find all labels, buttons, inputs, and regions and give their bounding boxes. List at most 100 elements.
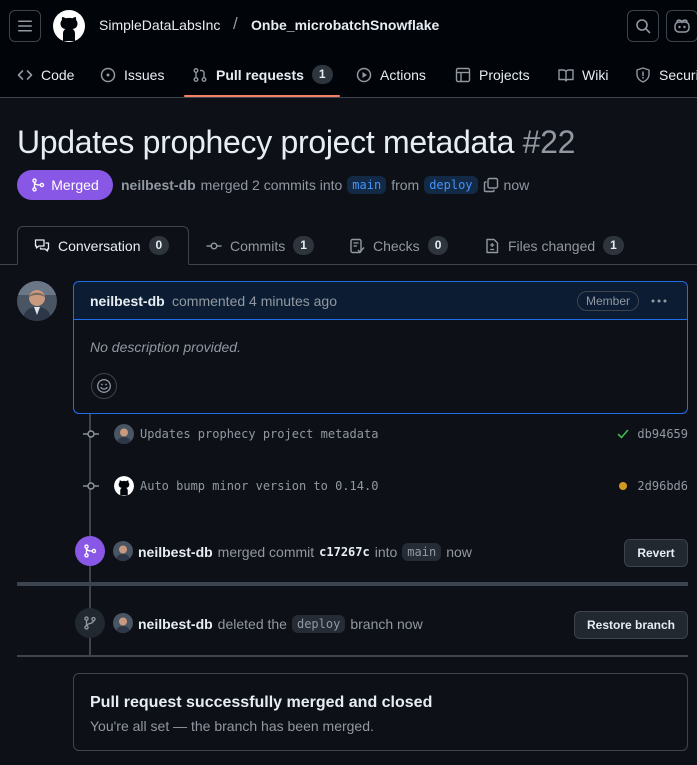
book-icon (558, 68, 574, 82)
tab-checks-label: Checks (373, 237, 420, 254)
comment-timestamp[interactable]: commented 4 minutes ago (172, 293, 337, 309)
commit-message-link[interactable]: Auto bump minor version to 0.14.0 (140, 479, 378, 493)
repo-nav: Code Issues Pull requests 1 Actions Proj… (0, 52, 697, 98)
comment-box: neilbest-db commented 4 minutes ago Memb… (73, 281, 688, 414)
repo-link[interactable]: Onbe_microbatchSnowflake (251, 17, 439, 33)
hamburger-icon (18, 20, 32, 32)
nav-issues[interactable]: Issues (100, 52, 164, 97)
commit-icon (206, 241, 222, 249)
delete-event-text: neilbest-db deleted the deploy branch no… (138, 615, 423, 633)
merge-text-2: into (374, 544, 398, 560)
deleted-branch: deploy (291, 615, 346, 633)
nav-wiki-label: Wiki (582, 66, 609, 83)
play-icon (356, 67, 372, 82)
issue-icon (100, 67, 116, 82)
pull-request-icon (193, 67, 207, 82)
file-diff-icon (486, 238, 499, 253)
tab-commits-label: Commits (230, 237, 286, 254)
tab-conversation-label: Conversation (58, 237, 141, 254)
nav-projects[interactable]: Projects (455, 52, 530, 97)
table-icon (455, 67, 471, 82)
pr-merged-text: merged 2 commits into (200, 177, 343, 193)
add-reaction-button[interactable] (91, 373, 117, 399)
search-icon (636, 19, 651, 34)
base-branch[interactable]: main (347, 176, 387, 194)
nav-security[interactable]: Security (635, 52, 697, 97)
comment-header: neilbest-db commented 4 minutes ago Memb… (74, 282, 687, 320)
list-item: Auto bump minor version to 0.14.0 2d96bd… (80, 476, 688, 496)
revert-button[interactable]: Revert (624, 539, 688, 567)
copilot-icon (674, 19, 690, 33)
avatar[interactable] (114, 424, 134, 444)
delete-event-badge (75, 608, 105, 638)
tab-conversation-count: 0 (148, 236, 170, 255)
breadcrumb-separator: / (233, 14, 238, 33)
nav-code[interactable]: Code (17, 52, 74, 97)
nav-pull-requests-label: Pull requests (216, 66, 304, 83)
status-badge: Merged (17, 170, 113, 200)
merge-status-box: Pull request successfully merged and clo… (73, 673, 688, 751)
merge-commit-sha[interactable]: c17267c (319, 545, 370, 559)
shield-icon (636, 66, 650, 83)
nav-issues-label: Issues (124, 66, 165, 83)
merge-author-link[interactable]: neilbest-db (138, 544, 213, 560)
delete-text-1: deleted the (217, 616, 287, 632)
commit-icon (83, 482, 99, 490)
avatar[interactable] (114, 476, 134, 496)
check-icon[interactable] (617, 428, 629, 440)
avatar[interactable] (113, 541, 133, 561)
nav-actions[interactable]: Actions (356, 52, 426, 97)
tab-commits-count: 1 (293, 236, 314, 255)
merge-status-subtitle: You're all set — the branch has been mer… (90, 718, 374, 734)
active-tab-underline (184, 95, 340, 97)
git-branch-icon (84, 616, 96, 630)
commit-message-link[interactable]: Updates prophecy project metadata (140, 427, 378, 441)
page-title: Updates prophecy project metadata #22 (17, 124, 575, 161)
merge-event: neilbest-db merged commit c17267c into m… (75, 536, 688, 566)
restore-branch-button[interactable]: Restore branch (574, 611, 688, 639)
pending-dot-icon[interactable] (617, 480, 629, 492)
head-branch[interactable]: deploy (424, 176, 478, 194)
merge-event-text: neilbest-db merged commit c17267c into m… (138, 543, 472, 561)
copy-icon[interactable] (483, 177, 499, 193)
kebab-menu-icon[interactable] (650, 292, 668, 310)
checklist-icon (350, 238, 365, 253)
tab-files-changed[interactable]: Files changed 1 (484, 226, 624, 265)
nav-actions-label: Actions (380, 66, 426, 83)
git-merge-icon (32, 178, 45, 192)
tab-files-changed-label: Files changed (508, 237, 596, 254)
timeline-divider (17, 582, 688, 586)
menu-button[interactable] (9, 10, 41, 42)
pr-number: #22 (522, 124, 576, 160)
merge-status-title: Pull request successfully merged and clo… (90, 694, 433, 711)
delete-author-link[interactable]: neilbest-db (138, 616, 213, 632)
commit-sha-group: db94659 (617, 427, 688, 441)
pr-time: now (503, 177, 530, 193)
commit-sha-link[interactable]: db94659 (637, 427, 688, 441)
search-button[interactable] (627, 10, 659, 42)
comment-author-link[interactable]: neilbest-db (90, 293, 165, 309)
tab-checks[interactable]: Checks 0 (349, 226, 449, 265)
github-logo-icon[interactable] (53, 10, 85, 42)
merge-event-badge (75, 536, 105, 566)
org-link[interactable]: SimpleDataLabsInc (99, 17, 220, 33)
merge-text-1: merged commit (217, 544, 315, 560)
tab-commits[interactable]: Commits 1 (206, 226, 314, 265)
tab-conversation[interactable]: Conversation 0 (17, 226, 189, 265)
author-role-badge: Member (577, 291, 640, 311)
nav-pull-requests[interactable]: Pull requests 1 (192, 52, 333, 97)
copilot-button[interactable] (666, 10, 697, 42)
timeline-divider (17, 655, 688, 657)
pr-author-link[interactable]: neilbest-db (121, 177, 196, 193)
avatar[interactable] (17, 281, 57, 321)
pull-requests-counter: 1 (311, 65, 333, 84)
nav-security-label: Security (659, 66, 697, 83)
avatar[interactable] (113, 613, 133, 633)
global-header: SimpleDataLabsInc / Onbe_microbatchSnowf… (0, 0, 697, 52)
merge-branch[interactable]: main (402, 543, 442, 561)
commit-sha-link[interactable]: 2d96bd6 (637, 479, 688, 493)
list-item: Updates prophecy project metadata db9465… (80, 424, 688, 444)
merge-time[interactable]: now (446, 544, 472, 560)
nav-wiki[interactable]: Wiki (558, 52, 608, 97)
status-badge-label: Merged (51, 177, 99, 193)
